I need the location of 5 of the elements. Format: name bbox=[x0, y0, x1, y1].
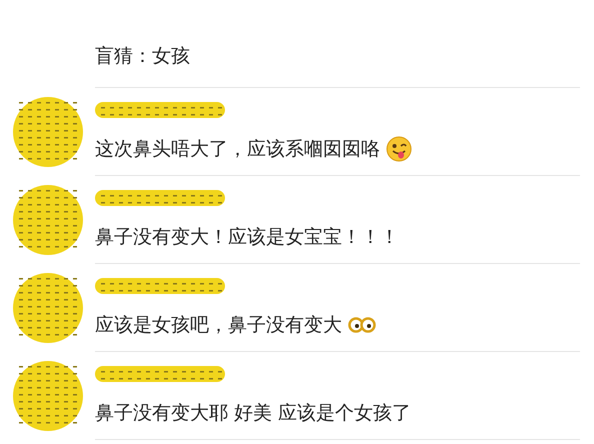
comment-text: 应该是女孩吧，鼻子没有变大 bbox=[95, 312, 342, 338]
comment-text: 盲猜：女孩 bbox=[95, 44, 190, 69]
comment-text: 鼻子没有变大！应该是女宝宝！！！ bbox=[95, 224, 399, 250]
comment-text: 这次鼻头唔大了，应该系嗰囡囡咯 bbox=[95, 136, 380, 162]
comment-text: 鼻子没有变大耶 好美 应该是个女孩了 bbox=[95, 400, 412, 426]
